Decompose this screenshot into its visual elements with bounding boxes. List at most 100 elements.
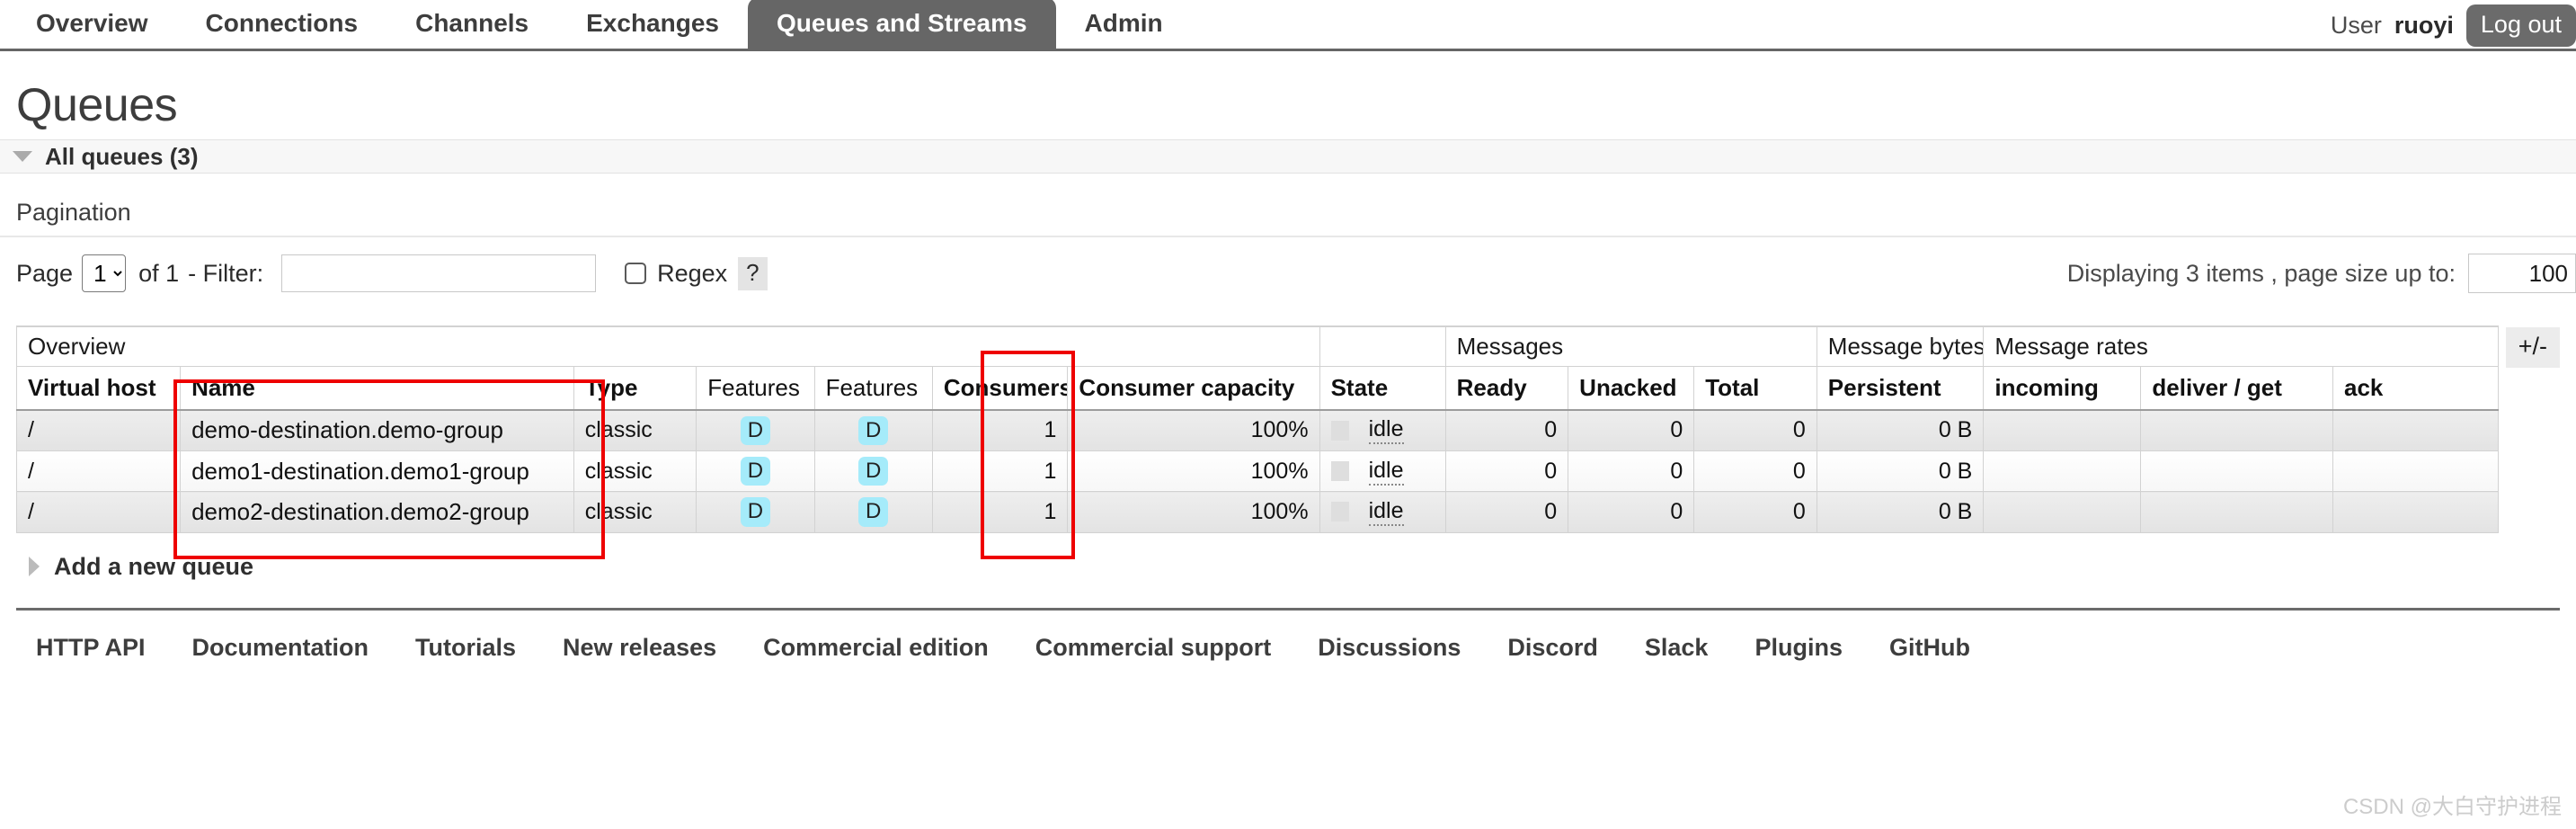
add-a-new-queue-section[interactable]: Add a new queue [16,553,2560,581]
column-header-state[interactable]: State [1319,366,1446,411]
durable-badge[interactable]: D [740,497,771,527]
cell-ack [2332,491,2499,533]
cell-deliver-get [2140,450,2333,493]
group-header-messages: Messages [1444,325,1817,367]
displaying-items-label: Displaying 3 items , page size up to: [2066,259,2456,287]
cell-virtual-host: / [15,450,182,493]
regex-option: Regex ? [625,256,768,290]
pagination-controls: Page 1 of 1 - Filter: Regex ? Displaying… [16,237,2576,309]
state-text: idle [1368,416,1404,445]
filter-input[interactable] [281,254,597,292]
regex-label: Regex [657,259,728,287]
footer-link-commercial-edition[interactable]: Commercial edition [763,634,989,662]
footer-link-discord[interactable]: Discord [1507,634,1598,662]
footer-link-tutorials[interactable]: Tutorials [415,634,516,662]
group-header-message-rates: Message rates [1983,325,2499,367]
cell-feature-2: D [813,491,933,533]
table-column-header-row: Virtual host Name Type Features Features… [15,366,2499,411]
log-out-button[interactable]: Log out [2465,4,2576,47]
cell-type: classic [573,491,697,533]
durable-badge[interactable]: D [858,456,889,486]
footer-link-discussions[interactable]: Discussions [1318,634,1461,662]
cell-queue-name[interactable]: demo-destination.demo-group [180,409,574,451]
state-swatch-icon [1330,502,1349,522]
queues-table: Overview Messages Message bytes Message … [15,325,2499,533]
footer-link-documentation[interactable]: Documentation [192,634,369,662]
cell-feature-2: D [813,450,933,493]
cell-ready: 0 [1444,409,1569,451]
footer-link-github[interactable]: GitHub [1889,634,1970,662]
footer-link-plugins[interactable]: Plugins [1754,634,1843,662]
footer-link-slack[interactable]: Slack [1645,634,1709,662]
column-header-name[interactable]: Name [180,366,574,411]
cell-queue-name[interactable]: demo1-destination.demo1-group [180,450,574,493]
cell-deliver-get [2140,409,2333,451]
state-swatch-icon [1330,461,1349,482]
cell-feature-1: D [696,450,815,493]
column-header-unacked[interactable]: Unacked [1568,366,1695,411]
cell-ready: 0 [1444,450,1569,493]
cell-persistent: 0 B [1816,450,1985,493]
cell-ready: 0 [1444,491,1569,533]
regex-checkbox[interactable] [625,263,647,284]
table-group-header-row: Overview Messages Message bytes Message … [16,325,2499,367]
cell-feature-2: D [813,409,933,451]
footer-link-new-releases[interactable]: New releases [563,634,716,662]
column-header-virtual-host[interactable]: Virtual host [15,366,182,411]
column-header-deliver-get[interactable]: deliver / get [2140,366,2333,411]
queues-table-container: +/- Overview Messages Message bytes Mess… [15,325,2560,559]
cell-ack [2332,409,2499,451]
cell-incoming [1983,450,2142,493]
cell-consumers: 1 [931,491,1069,533]
watermark: CSDN @大白守护进程 [2342,795,2562,819]
nav-tab-admin[interactable]: Admin [1056,0,1192,49]
all-queues-label: All queues (3) [45,142,199,170]
expand-triangle-right-icon[interactable] [29,557,40,577]
cell-consumer-capacity: 100% [1067,409,1320,451]
nav-tab-channels[interactable]: Channels [386,0,557,49]
durable-badge[interactable]: D [858,415,889,445]
durable-badge[interactable]: D [740,415,771,445]
pagination-title: Pagination [0,199,2576,237]
regex-help-icon[interactable]: ? [738,256,768,290]
toggle-columns-button[interactable]: +/- [2505,327,2560,368]
cell-unacked: 0 [1568,450,1695,493]
cell-ack [2332,450,2499,493]
all-queues-section-header[interactable]: All queues (3) [0,139,2576,174]
column-header-consumers[interactable]: Consumers [931,366,1069,411]
cell-consumers: 1 [931,450,1069,493]
durable-badge[interactable]: D [740,456,771,486]
durable-badge[interactable]: D [858,497,889,527]
page-select[interactable]: 1 [82,254,127,292]
state-swatch-icon [1330,420,1349,441]
cell-consumer-capacity: 100% [1067,450,1320,493]
column-header-persistent[interactable]: Persistent [1816,366,1985,411]
column-header-ready[interactable]: Ready [1444,366,1569,411]
column-header-ack[interactable]: ack [2332,366,2499,411]
cell-total: 0 [1693,450,1817,493]
nav-tab-overview[interactable]: Overview [7,0,177,49]
footer-link-http-api[interactable]: HTTP API [36,634,146,662]
column-header-total[interactable]: Total [1693,366,1817,411]
add-a-new-queue-label: Add a new queue [54,552,254,580]
column-header-features-2[interactable]: Features [813,366,933,411]
collapse-triangle-down-icon[interactable] [13,151,32,162]
cell-queue-name[interactable]: demo2-destination.demo2-group [180,491,574,533]
table-row: / demo1-destination.demo1-group classic … [15,450,2499,493]
footer-link-commercial-support[interactable]: Commercial support [1035,634,1272,662]
cell-virtual-host: / [15,491,182,533]
page-size-input[interactable] [2468,254,2576,293]
column-header-features-1[interactable]: Features [696,366,815,411]
cell-feature-1: D [696,491,815,533]
nav-tab-exchanges[interactable]: Exchanges [557,0,748,49]
column-header-type[interactable]: Type [573,366,697,411]
column-header-incoming[interactable]: incoming [1983,366,2142,411]
cell-persistent: 0 B [1816,491,1985,533]
cell-type: classic [573,409,697,451]
nav-tab-connections[interactable]: Connections [177,0,387,49]
footer-links: HTTP API Documentation Tutorials New rel… [16,607,2560,662]
column-header-consumer-capacity[interactable]: Consumer capacity [1067,366,1320,411]
nav-tab-queues-and-streams[interactable]: Queues and Streams [747,0,1056,49]
table-row: / demo-destination.demo-group classic D … [15,409,2499,451]
cell-virtual-host: / [15,409,182,451]
